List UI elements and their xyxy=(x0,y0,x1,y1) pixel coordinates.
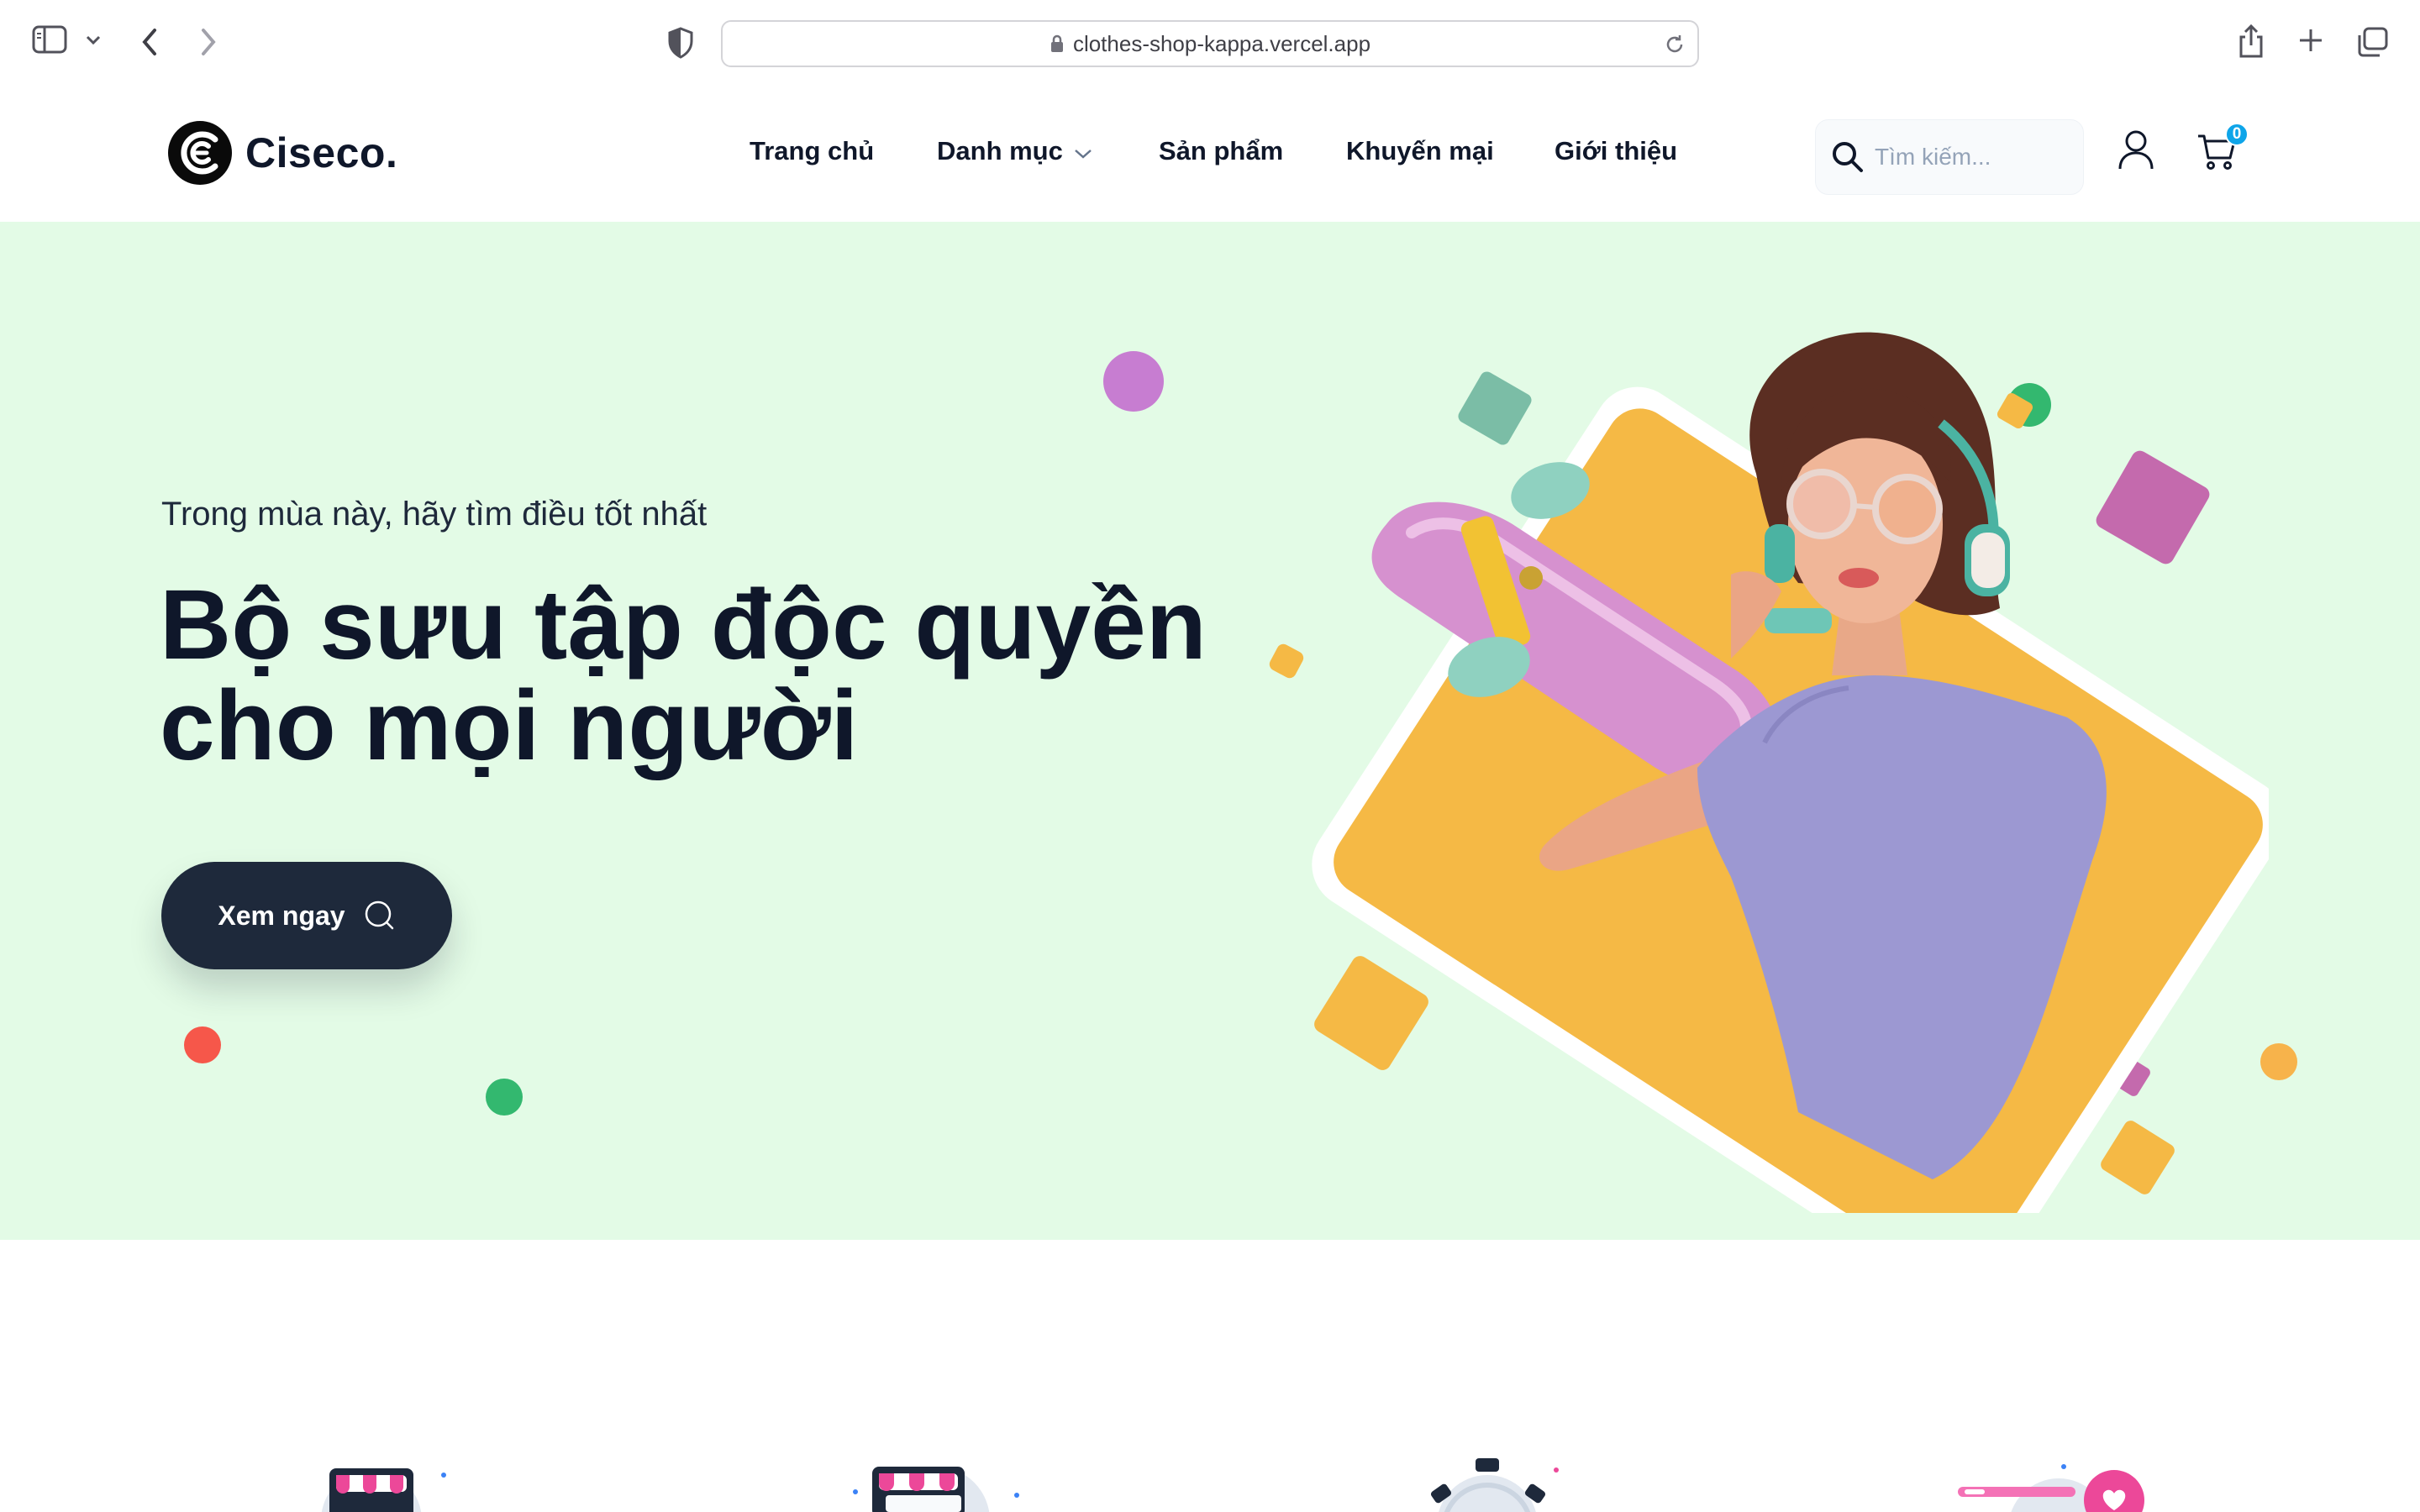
forward-icon[interactable] xyxy=(198,27,218,57)
decor-dot xyxy=(184,1026,221,1063)
nav-item-home[interactable]: Trang chủ xyxy=(750,136,874,166)
shop-now-button[interactable]: Xem ngay xyxy=(161,862,452,969)
tab-overview-icon[interactable] xyxy=(2356,27,2388,57)
nav-label: Danh mục xyxy=(937,136,1063,165)
decor-square xyxy=(2101,1121,2175,1194)
stopwatch-icon xyxy=(1430,1458,1559,1512)
wishlist-heart-icon xyxy=(1958,1464,2144,1512)
nav-label: Giới thiệu xyxy=(1555,136,1678,165)
decor-dot xyxy=(1103,351,1164,412)
site-header: Ciseco. Trang chủ Danh mục Sản phẩm Khuy… xyxy=(0,84,2420,222)
store-icon xyxy=(321,1468,446,1512)
user-account-icon[interactable] xyxy=(2118,129,2154,176)
shop-now-label: Xem ngay xyxy=(218,900,345,931)
cart-count-badge: 0 xyxy=(2225,123,2249,146)
site-logo[interactable]: Ciseco. xyxy=(166,119,397,186)
nav-item-about[interactable]: Giới thiệu xyxy=(1555,136,1677,166)
search-icon xyxy=(365,900,393,930)
hero-illustration xyxy=(1312,332,2269,1213)
nav-label: Trang chủ xyxy=(750,136,875,165)
sidebar-toggle-icon[interactable] xyxy=(32,25,67,54)
decor-square xyxy=(1314,956,1428,1070)
hero-subtitle: Trong mùa này, hãy tìm điều tốt nhất xyxy=(161,496,708,533)
browser-toolbar: clothes-shop-kappa.vercel.app xyxy=(0,0,2420,84)
logo-mark-icon xyxy=(168,121,232,185)
decor-square xyxy=(1458,371,1532,445)
privacy-shield-icon[interactable] xyxy=(667,27,694,59)
lock-icon xyxy=(1050,34,1063,52)
nav-item-promotions[interactable]: Khuyến mại xyxy=(1346,136,1494,166)
share-icon[interactable] xyxy=(2237,24,2265,59)
new-tab-icon[interactable] xyxy=(2297,27,2324,54)
nav-label: Khuyến mại xyxy=(1346,136,1494,165)
search-icon xyxy=(1833,142,1863,172)
back-icon[interactable] xyxy=(139,27,160,57)
hero-title-line-2: cho mọi người xyxy=(160,670,859,781)
search-input[interactable] xyxy=(1875,144,2076,171)
nav-item-products[interactable]: Sản phẩm xyxy=(1159,136,1283,166)
reload-icon[interactable] xyxy=(1664,34,1686,55)
search-box[interactable] xyxy=(1815,119,2084,195)
address-bar[interactable]: clothes-shop-kappa.vercel.app xyxy=(721,20,1699,67)
logo-text: Ciseco. xyxy=(245,129,398,176)
hero-banner: Trong mùa này, hãy tìm điều tốt nhất Bộ … xyxy=(0,222,2420,1240)
decor-square xyxy=(2096,450,2210,564)
chevron-down-icon xyxy=(1075,150,1092,159)
url-text: clothes-shop-kappa.vercel.app xyxy=(1072,30,1371,56)
nav-label: Sản phẩm xyxy=(1159,136,1284,165)
hero-title-line-1: Bộ sưu tập độc quyền xyxy=(160,570,1207,680)
nav-item-categories[interactable]: Danh mục xyxy=(937,136,1093,166)
hero-title: Bộ sưu tập độc quyền cho mọi người xyxy=(160,575,1252,776)
features-section xyxy=(0,1240,2420,1512)
chevron-down-icon[interactable] xyxy=(84,34,103,47)
shop-window-icon xyxy=(853,1467,1019,1512)
decor-dot xyxy=(486,1079,523,1116)
